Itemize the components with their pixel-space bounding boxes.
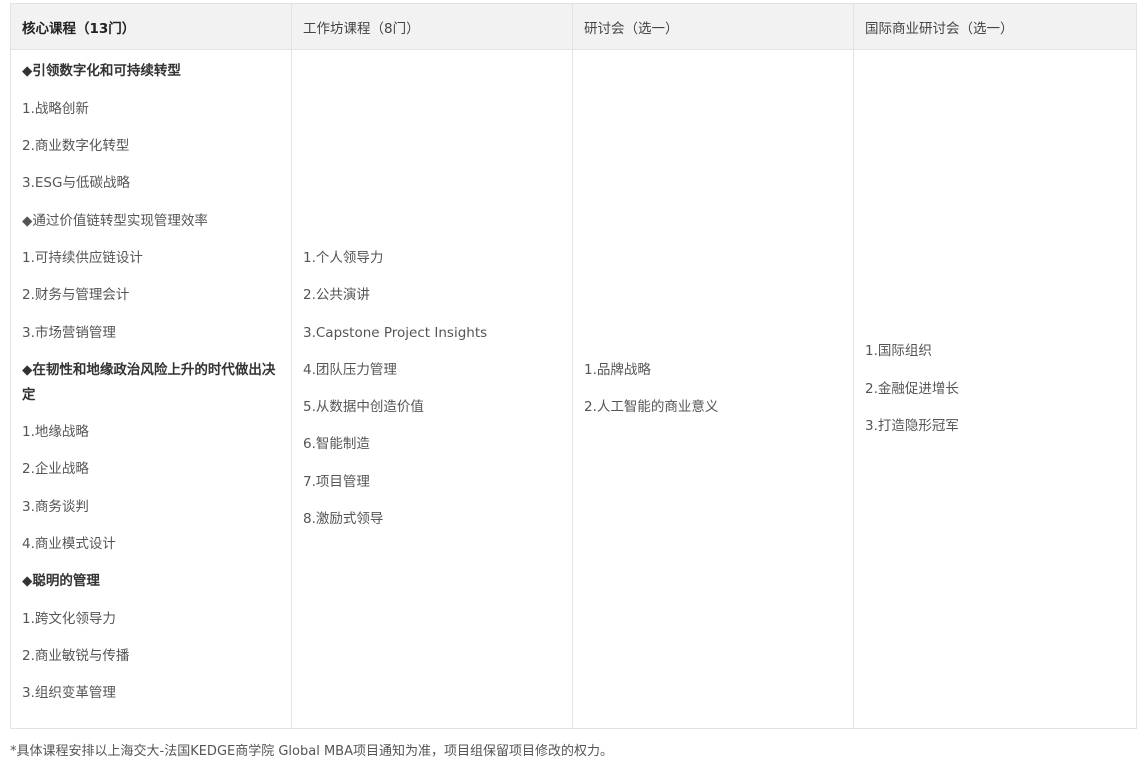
international-seminar-item: 2.金融促进增长 <box>865 380 959 397</box>
header-international-seminars: 国际商业研讨会（选一） <box>853 3 1137 50</box>
core-course-item: 1.战略创新 <box>22 100 89 117</box>
seminar-item: 2.人工智能的商业意义 <box>584 399 719 416</box>
workshop-course-list: 1.个人领导力 2.公共演讲 3.Capstone Project Insights… <box>303 246 572 532</box>
workshop-course-item: 2.公共演讲 <box>303 287 370 304</box>
section-heading: ◆聪明的管理 <box>22 573 100 590</box>
core-course-list: ◆引领数字化和可持续转型 1.战略创新 2.商业数字化转型 3.ESG与低碳战略 ◆通过… <box>22 59 291 706</box>
seminar-item: 1.品牌战略 <box>584 361 651 378</box>
workshop-course-item: 1.个人领导力 <box>303 249 384 266</box>
international-seminar-item: 1.国际组织 <box>865 343 932 360</box>
core-course-item: 1.可持续供应链设计 <box>22 249 143 266</box>
core-courses-cell: ◆引领数字化和可持续转型 1.战略创新 2.商业数字化转型 3.ESG与低碳战略 ◆通过… <box>10 49 292 729</box>
core-course-item: 3.商务谈判 <box>22 498 89 515</box>
seminar-list: 1.品牌战略 2.人工智能的商业意义 <box>584 358 853 420</box>
workshop-course-item: 5.从数据中创造价值 <box>303 399 424 416</box>
section-heading: ◆在韧性和地缘政治风险上升的时代做出决定 <box>22 361 276 403</box>
section-heading: ◆引领数字化和可持续转型 <box>22 63 181 80</box>
header-seminars: 研讨会（选一） <box>572 3 854 50</box>
workshop-course-item: 7.项目管理 <box>303 473 370 490</box>
international-seminar-item: 3.打造隐形冠军 <box>865 417 959 434</box>
core-course-item: 1.跨文化领导力 <box>22 610 116 627</box>
core-course-item: 2.企业战略 <box>22 461 89 478</box>
core-course-item: 3.组织变革管理 <box>22 685 116 702</box>
header-core-courses: 核心课程（13门） <box>10 3 292 50</box>
core-course-item: 3.ESG与低碳战略 <box>22 175 130 192</box>
table-header-row: 核心课程（13门） 工作坊课程（8门） 研讨会（选一） 国际商业研讨会（选一） <box>10 3 1137 50</box>
international-seminar-list: 1.国际组织 2.金融促进增长 3.打造隐形冠军 <box>865 339 1136 439</box>
core-course-item: 3.市场营销管理 <box>22 324 116 341</box>
table-body-row: ◆引领数字化和可持续转型 1.战略创新 2.商业数字化转型 3.ESG与低碳战略 ◆通过… <box>10 49 1137 729</box>
international-seminars-cell: 1.国际组织 2.金融促进增长 3.打造隐形冠军 <box>853 49 1137 729</box>
footnote: *具体课程安排以上海交大-法国KEDGE商学院 Global MBA项目通知为准… <box>10 744 613 759</box>
core-course-item: 1.地缘战略 <box>22 424 89 441</box>
workshop-course-item: 6.智能制造 <box>303 436 370 453</box>
core-course-item: 2.商业数字化转型 <box>22 138 130 155</box>
core-course-item: ◆通过价值链转型实现管理效率 <box>22 212 208 229</box>
core-course-item: 4.商业模式设计 <box>22 536 116 553</box>
workshop-course-item: 3.Capstone Project Insights <box>303 324 488 341</box>
core-course-item: 2.财务与管理会计 <box>22 287 130 304</box>
workshop-course-item: 4.团队压力管理 <box>303 361 397 378</box>
seminars-cell: 1.品牌战略 2.人工智能的商业意义 <box>572 49 854 729</box>
header-workshop-courses: 工作坊课程（8门） <box>291 3 573 50</box>
workshop-courses-cell: 1.个人领导力 2.公共演讲 3.Capstone Project Insights… <box>291 49 573 729</box>
curriculum-table: 核心课程（13门） 工作坊课程（8门） 研讨会（选一） 国际商业研讨会（选一） … <box>10 3 1137 729</box>
core-course-item: 2.商业敏锐与传播 <box>22 647 130 664</box>
workshop-course-item: 8.激励式领导 <box>303 511 384 528</box>
